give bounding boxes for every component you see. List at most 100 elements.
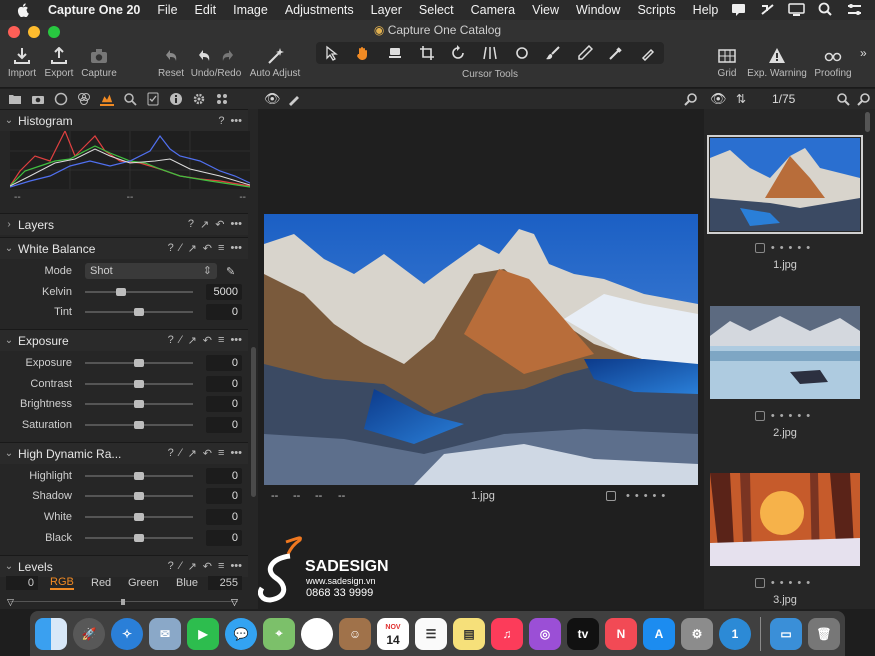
contrast-slider-knob[interactable] [134, 380, 144, 388]
kelvin-slider-knob[interactable] [115, 288, 126, 296]
menu-layer[interactable]: Layer [371, 3, 402, 17]
photos-icon[interactable]: ✿ [301, 617, 333, 650]
more-icon[interactable]: ••• [230, 560, 242, 573]
details-tab-icon[interactable] [123, 92, 137, 106]
star-rating[interactable]: ••••• [771, 242, 815, 254]
main-photo[interactable] [264, 214, 698, 485]
reset-tool-icon[interactable]: ↶ [203, 560, 212, 573]
white-slider-knob[interactable] [134, 513, 144, 521]
zoom-search-icon[interactable] [684, 92, 698, 106]
messages-icon[interactable]: 💬 [225, 617, 257, 650]
select-cursor-icon[interactable] [324, 45, 340, 61]
reset-tool-icon[interactable]: ↶ [203, 242, 212, 255]
tint-value[interactable]: 0 [206, 304, 242, 320]
keystone-icon[interactable] [482, 45, 498, 61]
thumbnail-item[interactable]: ••••• 3.jpg [708, 473, 862, 606]
thumbnail-image[interactable] [710, 306, 860, 399]
lens-tab-icon[interactable] [54, 92, 68, 106]
menu-image[interactable]: Image [233, 3, 268, 17]
rotate-icon[interactable] [450, 45, 466, 61]
podcasts-icon[interactable]: ◎ [529, 617, 561, 650]
thumbnail-checkbox[interactable] [754, 578, 765, 588]
kelvin-slider[interactable] [85, 291, 193, 293]
reminders-icon[interactable]: ☰ [415, 617, 447, 650]
shadow-slider-knob[interactable] [134, 492, 144, 500]
pen-icon[interactable] [287, 92, 301, 106]
menu-file[interactable]: File [157, 3, 177, 17]
black-slider-knob[interactable] [134, 534, 144, 542]
picker-icon[interactable]: ⁄ [180, 447, 182, 460]
saturation-slider-knob[interactable] [134, 421, 144, 429]
select-checkbox[interactable] [606, 491, 616, 501]
crop-icon[interactable] [419, 45, 435, 61]
annotate-icon[interactable] [640, 45, 656, 61]
brightness-value[interactable]: 0 [206, 396, 242, 412]
contrast-value[interactable]: 0 [206, 376, 242, 392]
toolbar-overflow-icon[interactable]: » [860, 46, 867, 60]
wb-picker-icon[interactable]: ✎ [226, 265, 235, 278]
more-icon[interactable]: ••• [230, 334, 242, 347]
proofing-button[interactable]: Proofing [812, 44, 854, 79]
levels-header[interactable]: ⌄ Levels ? ⁄ ↗ ↶ ≡ ••• [0, 555, 248, 577]
shadow-value[interactable]: 0 [206, 488, 242, 504]
more-icon[interactable]: ••• [230, 447, 242, 460]
copy-apply-icon[interactable]: ↗ [188, 242, 197, 255]
airplay-icon[interactable] [759, 2, 776, 17]
copy-apply-icon[interactable]: ↗ [188, 334, 197, 347]
menu-scripts[interactable]: Scripts [637, 3, 675, 17]
notification-icon[interactable] [730, 2, 747, 17]
adjustments-tab-icon[interactable] [146, 92, 160, 106]
apple-tv-icon[interactable]: tv [567, 617, 599, 650]
copy-apply-icon[interactable]: ↗ [200, 218, 209, 231]
menu-select[interactable]: Select [419, 3, 454, 17]
sort-icon[interactable]: ⇅ [736, 92, 746, 106]
notes-icon[interactable]: ▤ [453, 617, 485, 650]
levels-tab-green[interactable]: Green [128, 577, 159, 589]
trash-icon[interactable]: 🗑 [808, 617, 840, 650]
mail-stamp-icon[interactable]: ✉ [149, 617, 181, 650]
white-balance-header[interactable]: ⌄ White Balance ? ⁄ ↗ ↶ ≡ ••• [0, 237, 248, 259]
library-tab-icon[interactable] [8, 92, 22, 106]
star-rating[interactable]: ••••• [771, 410, 815, 422]
export-button[interactable]: Export [42, 44, 76, 79]
zoom-search-icon[interactable] [857, 92, 871, 106]
tint-slider-knob[interactable] [134, 308, 144, 316]
help-icon[interactable]: ? [188, 218, 194, 231]
help-icon[interactable]: ? [168, 334, 174, 347]
eye-icon[interactable]: 👁 [710, 91, 727, 107]
circle-mask-icon[interactable] [514, 45, 530, 61]
levels-tab-blue[interactable]: Blue [176, 577, 198, 589]
color-tab-icon[interactable] [77, 92, 91, 106]
browser-scrollbar[interactable] [865, 112, 870, 132]
picker-icon[interactable]: ⁄ [180, 242, 182, 255]
menu-window[interactable]: Window [576, 3, 620, 17]
capture-button[interactable]: Capture [80, 44, 118, 79]
highlight-value[interactable]: 0 [206, 468, 242, 484]
thumbnail-image[interactable] [707, 135, 863, 234]
reset-tool-icon[interactable]: ↶ [203, 447, 212, 460]
safari-icon[interactable]: ✧ [111, 617, 143, 650]
collapse-chevron-icon[interactable]: ⌄ [0, 448, 18, 459]
launchpad-icon[interactable]: 🚀 [73, 617, 105, 650]
expand-chevron-icon[interactable]: › [0, 219, 18, 230]
saturation-value[interactable]: 0 [206, 417, 242, 433]
menu-edit[interactable]: Edit [195, 3, 217, 17]
collapse-chevron-icon[interactable]: ⌄ [0, 561, 18, 572]
help-icon[interactable]: ? [168, 447, 174, 460]
metadata-tab-icon[interactable] [169, 92, 183, 106]
more-icon[interactable]: ••• [230, 242, 242, 255]
control-center-icon[interactable] [846, 2, 863, 17]
exposure-value[interactable]: 0 [206, 355, 242, 371]
display-icon[interactable] [788, 2, 805, 17]
collapse-chevron-icon[interactable]: ⌄ [0, 335, 18, 346]
menu-view[interactable]: View [532, 3, 559, 17]
exposure-tab-icon[interactable] [100, 92, 114, 106]
search-icon[interactable] [817, 2, 834, 17]
levels-black-handle[interactable]: ▽ [7, 597, 14, 608]
capture-one-icon[interactable]: 1 [719, 617, 751, 650]
thumbnail-checkbox[interactable] [754, 243, 765, 253]
more-icon[interactable]: ••• [230, 218, 242, 231]
menu-adjustments[interactable]: Adjustments [285, 3, 354, 17]
histogram-header[interactable]: ⌄ Histogram ? ••• [0, 109, 248, 131]
news-icon[interactable]: N [605, 617, 637, 650]
